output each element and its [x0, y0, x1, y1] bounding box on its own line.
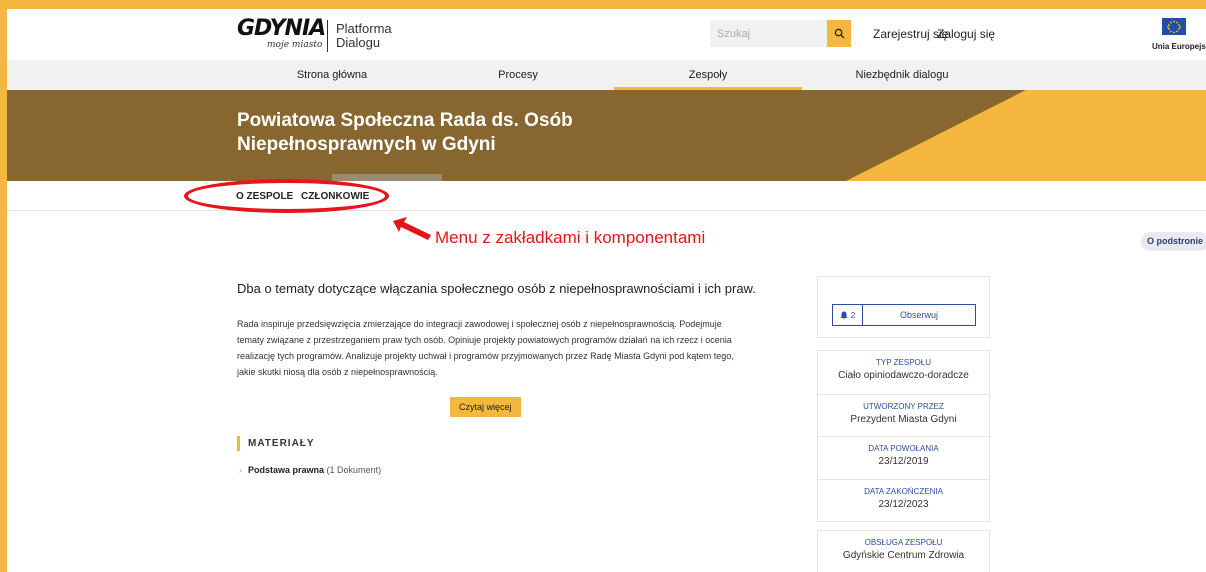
- team-service-card: OBSŁUGA ZESPOŁU Gdyńskie Centrum Zdrowia: [817, 530, 990, 572]
- material-name: Podstawa prawna: [248, 465, 325, 475]
- nav-item-home[interactable]: Strona główna: [247, 60, 417, 90]
- team-banner: Powiatowa Społeczna Rada ds. Osób Niepeł…: [7, 90, 1206, 181]
- info-value: Ciało opiniodawczo-doradcze: [838, 370, 969, 381]
- info-end-date: DATA ZAKOŃCZENIA 23/12/2023: [818, 480, 989, 523]
- info-label: TYP ZESPOŁU: [876, 358, 931, 367]
- info-value: 23/12/2019: [878, 456, 929, 467]
- info-created-by: UTWORZONY PRZEZ Prezydent Miasta Gdyni: [818, 395, 989, 437]
- about-subpage-badge[interactable]: O podstronie: [1141, 232, 1206, 251]
- logo-mark: GDYNIA: [237, 16, 326, 41]
- team-description: Rada inspiruje przedsięwzięcia zmierzają…: [237, 319, 734, 377]
- info-label: DATA POWOŁANIA: [868, 444, 939, 453]
- page-title: Powiatowa Społeczna Rada ds. Osób Niepeł…: [237, 110, 573, 155]
- follower-count-value: 2: [850, 310, 856, 320]
- search-icon: [834, 28, 845, 39]
- info-value: Gdyńskie Centrum Zdrowia: [842, 550, 965, 561]
- info-appointed-date: DATA POWOŁANIA 23/12/2019: [818, 437, 989, 480]
- info-value: Prezydent Miasta Gdyni: [850, 414, 957, 425]
- page: GDYNIA moje miasto Platforma Dialogu Zar…: [7, 9, 1206, 572]
- platform-name: Platforma Dialogu: [336, 22, 392, 50]
- info-service: OBSŁUGA ZESPOŁU Gdyńskie Centrum Zdrowia: [818, 531, 989, 572]
- chevron-right-icon: ›: [239, 465, 242, 475]
- materials-heading: MATERIAŁY: [237, 436, 315, 451]
- nav-item-teams[interactable]: Zespoły: [614, 60, 802, 90]
- team-headline: Dba o tematy dotyczące włączania społecz…: [237, 281, 756, 296]
- bell-icon: [840, 311, 848, 320]
- follower-count: 2: [833, 305, 863, 325]
- logo-tagline: moje miasto: [267, 40, 323, 50]
- annotation-ellipse: [184, 179, 389, 213]
- info-label: OBSŁUGA ZESPOŁU: [864, 538, 943, 547]
- material-item[interactable]: › Podstawa prawna (1 Dokument): [239, 465, 381, 475]
- follow-card: 2 Obserwuj: [817, 276, 990, 338]
- eu-label: Unia Europejska: [1152, 42, 1206, 51]
- banner-strip: [332, 174, 442, 181]
- nav-item-processes[interactable]: Procesy: [448, 60, 588, 90]
- gdynia-logo[interactable]: GDYNIA moje miasto Platforma Dialogu: [237, 16, 392, 53]
- banner-diagonal: [846, 90, 1026, 181]
- info-team-type: TYP ZESPOŁU Ciało opiniodawczo-doradcze: [818, 351, 989, 395]
- search-input[interactable]: [710, 20, 827, 47]
- login-link[interactable]: Zaloguj się: [937, 27, 995, 41]
- material-count: (1 Dokument): [326, 465, 382, 475]
- main-nav: Strona główna Procesy Zespoły Niezbędnik…: [7, 60, 1206, 90]
- search-button[interactable]: [827, 20, 851, 47]
- annotation-label: Menu z zakładkami i komponentami: [435, 228, 706, 247]
- site-header: GDYNIA moje miasto Platforma Dialogu Zar…: [7, 9, 1206, 60]
- logo-divider: [327, 20, 328, 52]
- eu-flag-icon: [1162, 18, 1186, 35]
- info-label: DATA ZAKOŃCZENIA: [864, 487, 943, 496]
- info-label: UTWORZONY PRZEZ: [863, 402, 944, 411]
- team-info-card: TYP ZESPOŁU Ciało opiniodawczo-doradcze …: [817, 350, 990, 522]
- platform-name-line2: Dialogu: [336, 35, 381, 50]
- platform-name-line1: Platforma: [336, 21, 392, 36]
- banner-accent: [1025, 90, 1206, 181]
- follow-button[interactable]: 2 Obserwuj: [832, 304, 976, 326]
- follow-label: Obserwuj: [899, 310, 938, 320]
- annotation-arrow-icon: [393, 217, 431, 240]
- info-value: 23/12/2023: [878, 499, 929, 510]
- nav-item-dialog-toolkit[interactable]: Niezbędnik dialogu: [822, 60, 982, 90]
- read-more-button[interactable]: Czytaj więcej: [450, 397, 521, 417]
